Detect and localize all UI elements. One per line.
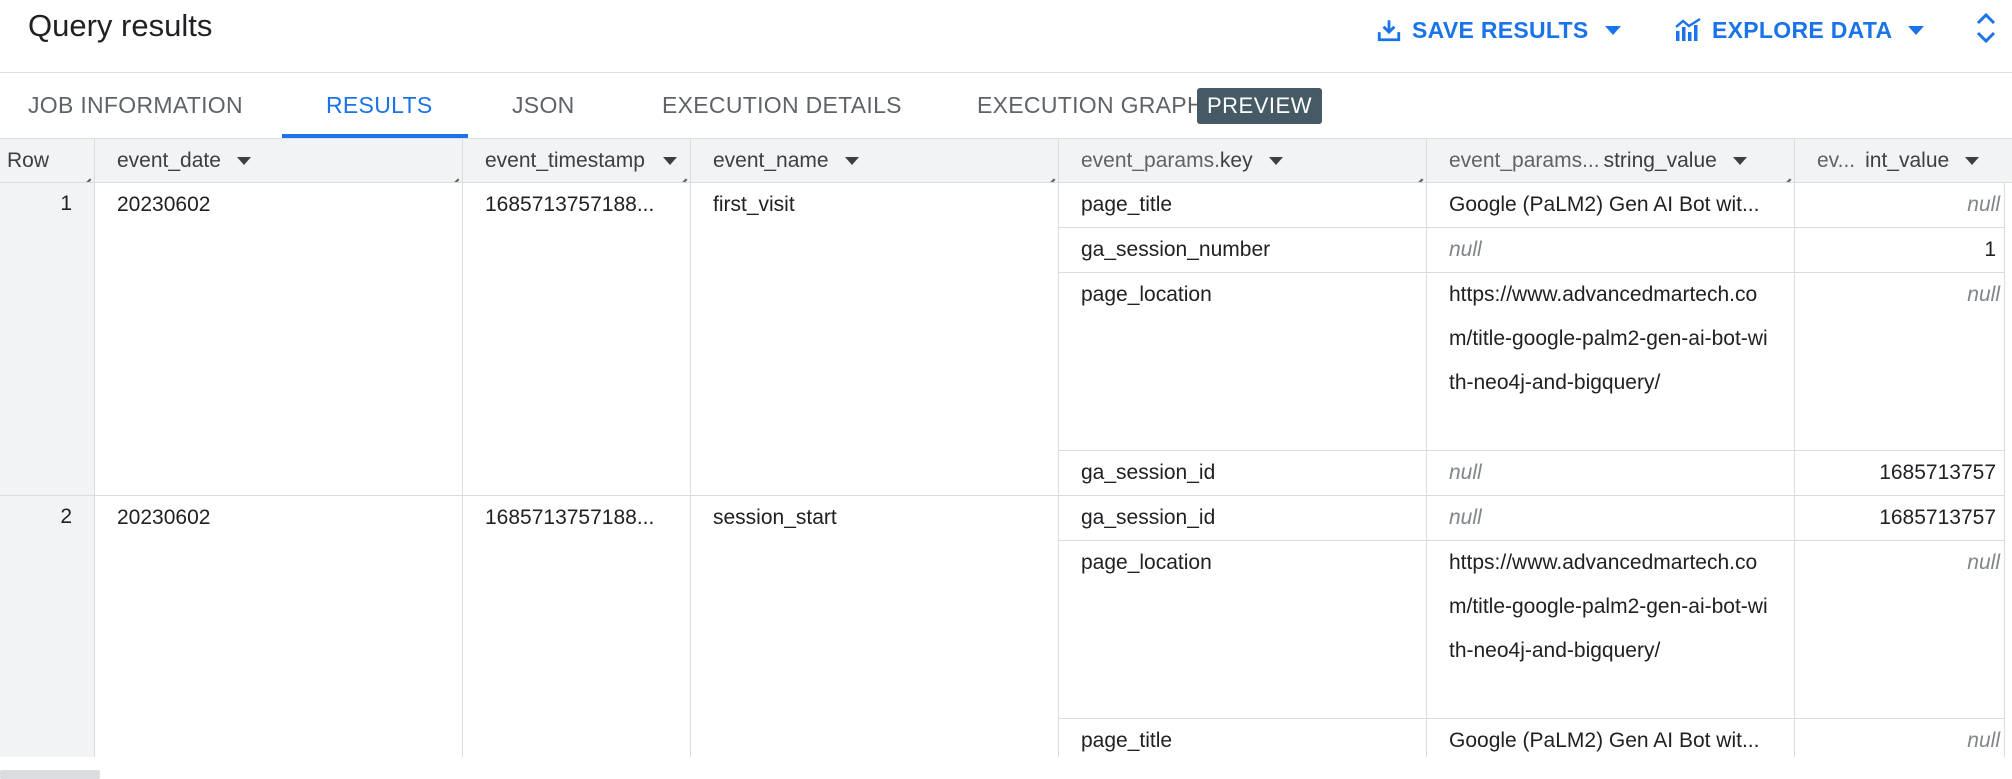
- cell-param-string-value[interactable]: null: [1427, 451, 1795, 496]
- download-icon: [1377, 20, 1401, 42]
- column-header-label: key: [1219, 148, 1253, 172]
- tab-execution-details[interactable]: EXECUTION DETAILS: [662, 72, 902, 138]
- results-tabs: JOB INFORMATION RESULTS JSON EXECUTION D…: [0, 72, 2012, 139]
- results-table: Row event_date event_timestamp event_nam…: [0, 139, 2012, 757]
- column-header-label: event_timestamp: [485, 148, 645, 172]
- cell-param-key[interactable]: ga_session_id: [1059, 451, 1427, 496]
- cell-param-key[interactable]: page_title: [1059, 719, 1427, 757]
- tab-execution-graph[interactable]: EXECUTION GRAPH: [977, 72, 1204, 138]
- cell-param-key[interactable]: page_title: [1059, 183, 1427, 228]
- cell-param-string-value[interactable]: null: [1427, 496, 1795, 541]
- cell-param-string-value[interactable]: null: [1427, 228, 1795, 273]
- column-header-label: event_name: [713, 148, 829, 172]
- column-header-label: event_date: [117, 148, 221, 172]
- column-header-label: string_value: [1603, 148, 1717, 172]
- cell-param-key[interactable]: page_location: [1059, 273, 1427, 451]
- row-number-cell: 1: [0, 183, 95, 496]
- cell-param-int-value[interactable]: 1685713757: [1795, 451, 2005, 496]
- tab-results[interactable]: RESULTS: [326, 72, 432, 138]
- sort-arrow-icon[interactable]: [1732, 156, 1747, 165]
- cell-param-int-value[interactable]: null: [1795, 183, 2005, 228]
- expand-collapse-icon[interactable]: [1972, 8, 2000, 48]
- column-header-row: Row: [0, 139, 95, 183]
- cell-param-int-value[interactable]: 1: [1795, 228, 2005, 273]
- column-header-label: int_value: [1865, 148, 1950, 172]
- column-header-event-params-key[interactable]: event_params. key: [1059, 139, 1427, 183]
- column-header-event-date[interactable]: event_date: [95, 139, 463, 183]
- tab-job-information[interactable]: JOB INFORMATION: [28, 72, 243, 138]
- column-header-event-params-int-value[interactable]: ev... int_value: [1795, 139, 2012, 183]
- sort-arrow-icon[interactable]: [1268, 156, 1283, 165]
- resize-handle-icon[interactable]: [81, 169, 91, 179]
- cell-param-key[interactable]: ga_session_id: [1059, 496, 1427, 541]
- preview-badge: PREVIEW: [1197, 88, 1322, 124]
- row-number-cell: 2: [0, 496, 95, 757]
- page-title: Query results: [28, 8, 213, 43]
- column-header-prefix: ev...: [1817, 148, 1856, 172]
- chart-icon: [1675, 17, 1701, 41]
- save-results-label: SAVE RESULTS: [1412, 16, 1589, 43]
- column-header-prefix: event_params.: [1081, 148, 1220, 172]
- resize-handle-icon[interactable]: [677, 169, 687, 179]
- results-header: Query results SAVE RESULTS EXPLORE DATA: [0, 0, 2012, 73]
- column-header-event-name[interactable]: event_name: [691, 139, 1059, 183]
- chevron-down-icon: [1604, 25, 1621, 35]
- cell-event-timestamp[interactable]: 1685713757188...: [463, 496, 691, 757]
- cell-event-date[interactable]: 20230602: [95, 183, 463, 496]
- column-header-prefix: event_params...: [1449, 148, 1600, 172]
- resize-handle-icon[interactable]: [1413, 169, 1423, 179]
- cell-param-key[interactable]: page_location: [1059, 541, 1427, 719]
- sort-arrow-icon[interactable]: [844, 156, 859, 165]
- cell-param-int-value[interactable]: 1685713757: [1795, 496, 2005, 541]
- tab-json[interactable]: JSON: [512, 72, 575, 138]
- cell-event-name[interactable]: first_visit: [691, 183, 1059, 496]
- sort-arrow-icon[interactable]: [1965, 156, 1980, 165]
- save-results-button[interactable]: SAVE RESULTS: [1376, 12, 1621, 48]
- cell-param-int-value[interactable]: null: [1795, 273, 2005, 451]
- cell-event-name[interactable]: session_start: [691, 496, 1059, 757]
- cell-param-int-value[interactable]: null: [1795, 541, 2005, 719]
- resize-handle-icon[interactable]: [1045, 169, 1055, 179]
- cell-param-string-value[interactable]: Google (PaLM2) Gen AI Bot wit...: [1427, 183, 1795, 228]
- column-header-label: Row: [7, 148, 50, 172]
- cell-param-string-value[interactable]: Google (PaLM2) Gen AI Bot wit...: [1427, 719, 1795, 757]
- active-tab-indicator: [282, 134, 468, 138]
- cell-param-string-value[interactable]: https://www.advancedmartech.com/title-go…: [1427, 273, 1795, 451]
- cell-param-string-value[interactable]: https://www.advancedmartech.com/title-go…: [1427, 541, 1795, 719]
- horizontal-scrollbar[interactable]: [0, 770, 100, 779]
- column-header-event-params-string-value[interactable]: event_params... string_value: [1427, 139, 1795, 183]
- resize-handle-icon[interactable]: [449, 169, 459, 179]
- sort-arrow-icon[interactable]: [662, 156, 677, 165]
- sort-arrow-icon[interactable]: [236, 156, 251, 165]
- explore-data-button[interactable]: EXPLORE DATA: [1674, 12, 1925, 48]
- cell-event-date[interactable]: 20230602: [95, 496, 463, 757]
- chevron-down-icon: [1908, 25, 1925, 35]
- cell-param-key[interactable]: ga_session_number: [1059, 228, 1427, 273]
- column-header-event-timestamp[interactable]: event_timestamp: [463, 139, 691, 183]
- resize-handle-icon[interactable]: [1781, 169, 1791, 179]
- explore-data-label: EXPLORE DATA: [1712, 16, 1893, 43]
- cell-event-timestamp[interactable]: 1685713757188...: [463, 183, 691, 496]
- cell-param-int-value[interactable]: null: [1795, 719, 2005, 757]
